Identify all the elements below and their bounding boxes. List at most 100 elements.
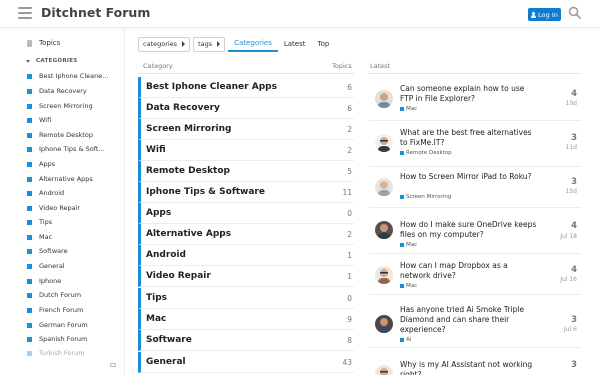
topic-date[interactable]: 10d bbox=[566, 100, 577, 107]
latest-topic-row[interactable]: Can someone explain how to use FTP in Fi… bbox=[369, 80, 581, 121]
sidebar-category[interactable]: Turkish Forum bbox=[27, 349, 85, 357]
sidebar-category[interactable]: Screen Mirroring bbox=[27, 102, 93, 110]
topic-category-badge[interactable]: Screen Mirroring bbox=[400, 194, 451, 200]
topic-reply-count: 4 bbox=[571, 265, 577, 275]
category-name[interactable]: Data Recovery bbox=[146, 103, 220, 113]
category-row[interactable]: Best Iphone Cleaner Apps 6 bbox=[138, 77, 354, 98]
category-row[interactable]: Tips 0 bbox=[138, 288, 354, 309]
topic-title[interactable]: Can someone explain how to use FTP in Fi… bbox=[400, 84, 540, 104]
topic-date[interactable]: 15d bbox=[566, 188, 577, 195]
avatar bbox=[375, 90, 393, 108]
category-name[interactable]: Android bbox=[146, 250, 186, 260]
category-row[interactable]: Wifi 2 bbox=[138, 140, 354, 161]
latest-topic-row[interactable]: How can I map Dropbox as a network drive… bbox=[369, 254, 581, 295]
category-name[interactable]: Software bbox=[146, 335, 192, 345]
sidebar-category[interactable]: Spanish Forum bbox=[27, 335, 87, 343]
category-topic-count: 6 bbox=[347, 104, 352, 113]
topic-category-badge[interactable]: Mac bbox=[400, 106, 417, 112]
category-color-icon bbox=[27, 350, 32, 356]
sidebar-collapse-icon[interactable] bbox=[110, 363, 116, 367]
sidebar-category[interactable]: Data Recovery bbox=[27, 87, 87, 95]
sidebar-category[interactable]: Dutch Forum bbox=[27, 291, 81, 299]
category-row[interactable]: Iphone Tips & Software 11 bbox=[138, 182, 354, 203]
category-color-icon bbox=[27, 292, 32, 298]
category-name[interactable]: Screen Mirroring bbox=[146, 124, 231, 134]
hamburger-menu-icon[interactable] bbox=[18, 7, 32, 19]
tab-top[interactable]: Top bbox=[312, 37, 336, 52]
category-row[interactable]: Remote Desktop 5 bbox=[138, 161, 354, 182]
sidebar-category[interactable]: Wifi bbox=[27, 116, 51, 124]
latest-topic-row[interactable]: What are the best free alternatives to F… bbox=[369, 121, 581, 167]
topic-date[interactable]: 11d bbox=[566, 144, 577, 151]
category-name[interactable]: Best Iphone Cleaner Apps bbox=[146, 82, 277, 92]
latest-topic-row[interactable]: Has anyone tried Ai Smoke Triple Diamond… bbox=[369, 295, 581, 348]
category-row[interactable]: Video Repair 1 bbox=[138, 266, 354, 287]
category-name[interactable]: Tips bbox=[146, 293, 167, 303]
topic-date[interactable]: Jul 16 bbox=[560, 276, 577, 283]
tags-dropdown[interactable]: tags bbox=[193, 36, 226, 52]
latest-topic-row[interactable]: How to Screen Mirror iPad to Roku? Scree… bbox=[369, 167, 581, 208]
category-topic-count: 6 bbox=[347, 83, 352, 92]
tab-categories[interactable]: Categories bbox=[228, 37, 278, 52]
topic-category-badge[interactable]: Remote Desktop bbox=[400, 150, 452, 156]
sidebar-category[interactable]: Mac bbox=[27, 233, 52, 241]
category-row[interactable]: General 43 bbox=[138, 352, 354, 373]
sidebar-category-label: General bbox=[39, 262, 65, 270]
site-title[interactable]: Ditchnet Forum bbox=[41, 5, 150, 20]
category-topic-count: 9 bbox=[347, 315, 352, 324]
topic-category-label: Mac bbox=[406, 106, 418, 112]
sidebar-section-categories[interactable]: CATEGORIES bbox=[26, 58, 78, 64]
category-row[interactable]: Mac 9 bbox=[138, 309, 354, 330]
category-name[interactable]: Apps bbox=[146, 208, 171, 218]
latest-topic-row[interactable]: How do I make sure OneDrive keeps files … bbox=[369, 208, 581, 254]
category-name[interactable]: Remote Desktop bbox=[146, 166, 230, 176]
sidebar-item-topics[interactable]: Topics bbox=[26, 39, 60, 47]
topic-title[interactable]: What are the best free alternatives to F… bbox=[400, 128, 540, 148]
topic-category-badge[interactable]: Mac bbox=[400, 283, 417, 289]
sidebar-category[interactable]: French Forum bbox=[27, 306, 83, 314]
column-header-latest: Latest bbox=[370, 62, 391, 70]
topic-category-badge[interactable]: Mac bbox=[400, 242, 417, 248]
sidebar-category[interactable]: Apps bbox=[27, 160, 55, 168]
category-color-icon bbox=[400, 243, 404, 247]
topic-title[interactable]: How can I map Dropbox as a network drive… bbox=[400, 261, 540, 281]
category-name[interactable]: General bbox=[146, 357, 186, 367]
sidebar-category[interactable]: Remote Desktop bbox=[27, 131, 93, 139]
sidebar-category[interactable]: Android bbox=[27, 189, 64, 197]
sidebar-category[interactable]: Alternative Apps bbox=[27, 175, 93, 183]
login-button[interactable]: Log In bbox=[528, 8, 561, 21]
category-name[interactable]: Mac bbox=[146, 314, 166, 324]
category-color-icon bbox=[400, 151, 404, 155]
topic-reply-count: 3 bbox=[571, 177, 577, 187]
sidebar-category[interactable]: Best Iphone Cleane... bbox=[27, 72, 108, 80]
search-icon[interactable] bbox=[568, 6, 581, 19]
category-row[interactable]: Data Recovery 6 bbox=[138, 98, 354, 119]
category-name[interactable]: Alternative Apps bbox=[146, 229, 231, 239]
sidebar-category[interactable]: Software bbox=[27, 247, 68, 255]
topic-title[interactable]: How to Screen Mirror iPad to Roku? bbox=[400, 172, 540, 182]
category-row[interactable]: Apps 0 bbox=[138, 203, 354, 224]
sidebar-category[interactable]: General bbox=[27, 262, 65, 270]
category-color-icon bbox=[27, 336, 32, 342]
sidebar-category[interactable]: Tips bbox=[27, 218, 52, 226]
category-row[interactable]: Alternative Apps 2 bbox=[138, 224, 354, 245]
topic-category-badge[interactable]: Ai bbox=[400, 337, 411, 343]
topic-title[interactable]: Why is my AI Assistant not working right… bbox=[400, 360, 540, 375]
sidebar-category[interactable]: Video Repair bbox=[27, 204, 80, 212]
topic-title[interactable]: How do I make sure OneDrive keeps files … bbox=[400, 220, 540, 240]
topic-date[interactable]: Jul 18 bbox=[560, 233, 577, 240]
sidebar-category[interactable]: German Forum bbox=[27, 321, 88, 329]
topic-title[interactable]: Has anyone tried Ai Smoke Triple Diamond… bbox=[400, 305, 540, 335]
sidebar-category[interactable]: Iphone bbox=[27, 277, 61, 285]
tab-latest[interactable]: Latest bbox=[278, 37, 312, 52]
topic-date[interactable]: Jul 6 bbox=[564, 326, 577, 333]
category-name[interactable]: Iphone Tips & Software bbox=[146, 187, 265, 197]
category-row[interactable]: Android 1 bbox=[138, 245, 354, 266]
category-name[interactable]: Video Repair bbox=[146, 271, 211, 281]
category-row[interactable]: Screen Mirroring 2 bbox=[138, 119, 354, 140]
categories-dropdown[interactable]: categories bbox=[138, 36, 191, 52]
sidebar-category[interactable]: Iphone Tips & Soft... bbox=[27, 145, 105, 153]
category-name[interactable]: Wifi bbox=[146, 145, 166, 155]
latest-topic-row[interactable]: Why is my AI Assistant not working right… bbox=[369, 348, 581, 375]
category-row[interactable]: Software 8 bbox=[138, 330, 354, 351]
